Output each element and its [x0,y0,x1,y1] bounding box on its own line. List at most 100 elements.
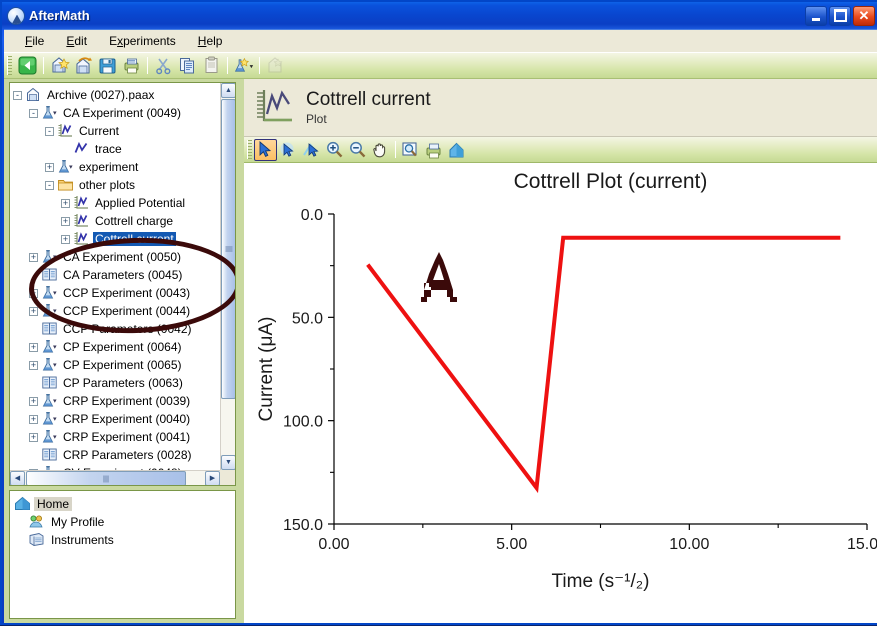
zoom-in-tool[interactable] [323,139,346,161]
y-axis-label: Current (μA) [256,317,277,422]
plot-toolbar-separator [395,141,396,158]
expand-toggle-icon[interactable]: + [29,396,38,406]
archive-tree[interactable]: - Archive (0027).paax - CA Experiment (00… [10,83,220,470]
home-tree-item[interactable]: Home [14,495,235,513]
expand-toggle-icon[interactable]: + [61,216,70,226]
toolbar-grip[interactable] [7,56,12,75]
tree-vscroll-thumb[interactable] [221,99,235,399]
tree-item[interactable]: CCP Parameters (0042) [13,320,220,338]
y-tick-label: 150.0 [283,517,323,534]
audit-icon[interactable] [264,55,287,77]
tree-item[interactable]: + experiment [13,158,220,176]
tree-item[interactable]: - CA Experiment (0049) [13,104,220,122]
point-select-tool[interactable] [277,139,300,161]
zoom-fit-tool[interactable] [399,139,422,161]
tree-item[interactable]: CA Parameters (0045) [13,266,220,284]
expand-toggle-icon[interactable]: + [29,432,38,442]
home-tree-item[interactable]: My Profile [14,513,235,531]
tree-item-label: CRP Experiment (0041) [63,430,191,444]
collapse-toggle-icon[interactable]: - [45,126,54,136]
parameters-icon [41,375,58,391]
tree-item[interactable]: + CRP Experiment (0041) [13,428,220,446]
series-line-cottrell-current[interactable] [366,235,841,494]
tree-item[interactable]: + CA Experiment (0050) [13,248,220,266]
expand-toggle-icon[interactable]: + [29,306,38,316]
collapse-toggle-icon[interactable]: - [29,108,38,118]
plot-toolbar-grip[interactable] [247,140,252,159]
collapse-toggle-icon[interactable]: - [45,180,54,190]
plot-icon [73,231,90,247]
maximize-button[interactable] [829,5,851,26]
tree-item-label: CP Experiment (0065) [63,358,182,372]
tree-item[interactable]: - Current [13,122,220,140]
tree-item[interactable]: + CRP Experiment (0040) [13,410,220,428]
archive-new-icon[interactable] [48,55,71,77]
tree-hscroll-thumb[interactable] [26,471,186,485]
tree-item[interactable]: CRP Parameters (0028) [13,446,220,464]
instruments-icon [28,532,45,548]
tree-item-label: CCP Experiment (0044) [63,304,191,318]
minimize-button[interactable] [805,5,827,26]
expand-toggle-icon[interactable]: + [61,198,70,208]
copy-icon[interactable] [176,55,199,77]
menu-experiments[interactable]: Experiments [98,31,187,51]
tree-item-label: experiment [79,160,139,174]
experiment-icon [41,285,58,301]
zoom-out-tool[interactable] [346,139,369,161]
toolbar-separator [43,57,44,74]
tree-item[interactable]: + Applied Potential [13,194,220,212]
tree-item[interactable]: + CRP Experiment (0039) [13,392,220,410]
expand-toggle-icon[interactable]: + [29,360,38,370]
expand-toggle-icon[interactable]: + [29,288,38,298]
save-icon[interactable] [96,55,119,77]
tree-item[interactable]: - other plots [13,176,220,194]
tree-item[interactable]: + CCP Experiment (0044) [13,302,220,320]
print-icon[interactable] [120,55,143,77]
cut-icon[interactable] [152,55,175,77]
tree-item[interactable]: CP Parameters (0063) [13,374,220,392]
expand-toggle-icon[interactable]: + [29,252,38,262]
tree-item[interactable]: - Archive (0027).paax [13,86,220,104]
expand-toggle-icon[interactable]: + [61,234,70,244]
tree-item[interactable]: + CCP Experiment (0043) [13,284,220,302]
parameters-icon [41,447,58,463]
menu-file[interactable]: File [14,31,55,51]
experiment-new-icon[interactable] [232,55,255,77]
x-tick-label: 15.00 [847,536,877,553]
scroll-right-button[interactable]: ▶ [205,471,220,485]
menu-help[interactable]: Help [187,31,234,51]
profile-icon [28,514,45,530]
tree-item-label: Applied Potential [95,196,186,210]
tree-item[interactable]: trace [13,140,220,158]
right-pane: Cottrell current Plot Cottrell Plot (cur… [244,79,877,623]
tree-vertical-scrollbar[interactable]: ▲ ▼ [220,83,235,470]
tree-item[interactable]: + CP Experiment (0064) [13,338,220,356]
tree-item-selected[interactable]: + Cottrell current [13,230,220,248]
close-button[interactable]: ✕ [853,5,875,26]
menu-edit[interactable]: Edit [55,31,98,51]
home-tree-panel[interactable]: Home My Profile Instruments [9,490,236,619]
pan-hand-tool[interactable] [369,139,392,161]
collapse-toggle-icon[interactable]: - [13,90,22,100]
expand-toggle-icon[interactable]: + [29,414,38,424]
plot-canvas[interactable]: Cottrell Plot (current) 0.0 50.0 100.0 150.0… [244,163,877,623]
back-icon[interactable] [16,55,39,77]
tree-horizontal-scrollbar[interactable]: ◀ ▶ [10,470,220,485]
line-select-tool[interactable] [300,139,323,161]
print-plot-tool[interactable] [422,139,445,161]
expand-toggle-icon[interactable]: + [45,162,54,172]
expand-toggle-icon[interactable]: + [29,342,38,352]
archive-open-icon[interactable] [72,55,95,77]
experiment-icon [41,411,58,427]
scroll-up-button[interactable]: ▲ [221,83,235,98]
tree-item[interactable]: + Cottrell charge [13,212,220,230]
tree-item[interactable]: + CP Experiment (0065) [13,356,220,374]
scroll-left-button[interactable]: ◀ [10,471,25,485]
home-view-tool[interactable] [445,139,468,161]
paste-icon[interactable] [200,55,223,77]
select-arrow-tool[interactable] [254,138,277,161]
scroll-down-button[interactable]: ▼ [221,455,235,470]
tree-item-label: CP Experiment (0064) [63,340,182,354]
home-tree-item[interactable]: Instruments [14,531,235,549]
trace-icon [73,141,90,157]
